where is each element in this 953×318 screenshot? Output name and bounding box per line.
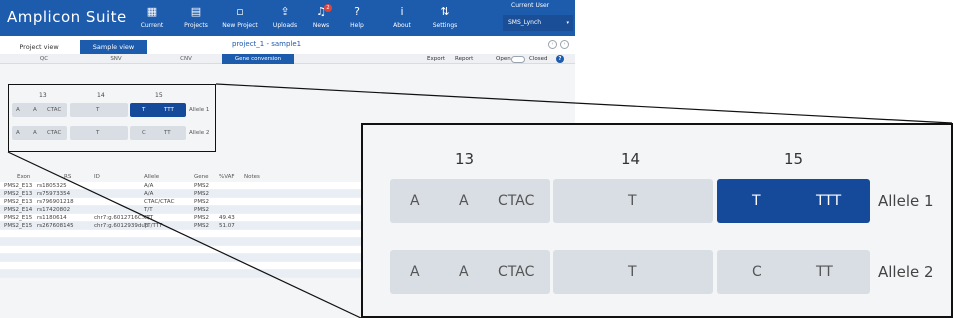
base: CTAC xyxy=(498,193,535,209)
zoom-allele2-pos14-cell[interactable]: T xyxy=(553,250,713,294)
zoom-position-13-header: 13 xyxy=(455,150,475,168)
zoom-allele2-pos13-cell[interactable]: A A CTAC xyxy=(390,250,550,294)
base: TT xyxy=(816,264,833,280)
zoom-allele-2-label: Allele 2 xyxy=(878,263,934,281)
connector-line-top xyxy=(215,83,953,124)
base: A xyxy=(459,264,469,280)
zoomed-gene-conversion-panel: 13 14 15 A A CTAC T T TTT Allele 1 A A C… xyxy=(361,123,953,318)
zoom-position-15-header: 15 xyxy=(784,150,804,168)
zoom-allele1-pos13-cell[interactable]: A A CTAC xyxy=(390,179,550,223)
connector-line-bottom xyxy=(7,151,362,318)
base: TTT xyxy=(816,193,842,209)
zoom-position-14-header: 14 xyxy=(621,150,641,168)
zoom-allele1-pos14-cell[interactable]: T xyxy=(553,179,713,223)
base: A xyxy=(410,193,420,209)
base: T xyxy=(628,264,637,280)
base: C xyxy=(752,264,762,280)
zoom-allele1-pos15-cell[interactable]: T TTT xyxy=(717,179,870,223)
zoom-allele-1-label: Allele 1 xyxy=(878,192,934,210)
zoom-allele2-pos15-cell[interactable]: C TT xyxy=(717,250,870,294)
base: T xyxy=(752,193,761,209)
base: T xyxy=(628,193,637,209)
base: CTAC xyxy=(498,264,535,280)
base: A xyxy=(410,264,420,280)
base: A xyxy=(459,193,469,209)
